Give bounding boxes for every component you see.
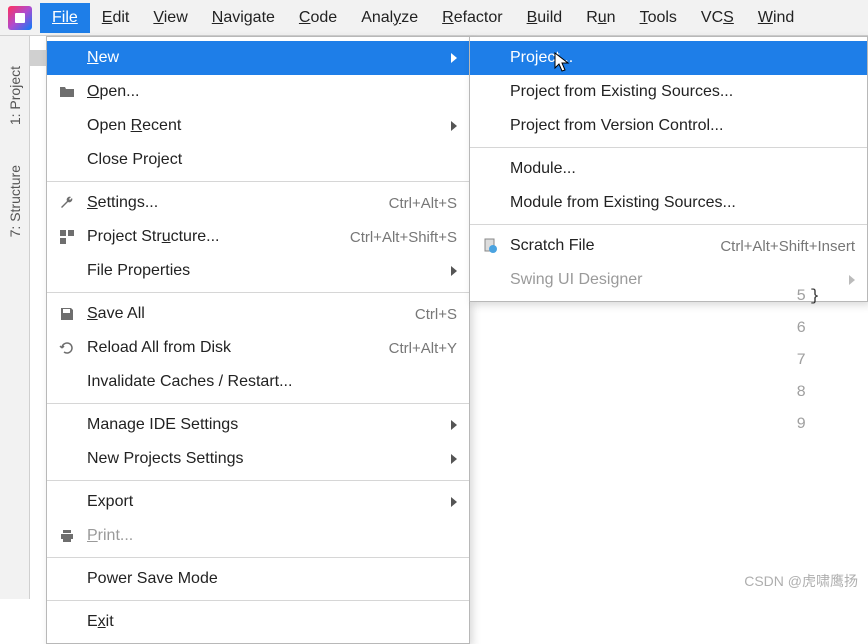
menu-separator [470,147,867,148]
menu-separator [47,292,469,293]
project-view-icon [30,50,46,66]
editor-content[interactable]: } [810,280,868,312]
scratch-file-icon [480,236,500,256]
menu-analyze[interactable]: Analyze [349,3,430,33]
line-number: 8 [766,376,806,408]
menu-item-open-recent[interactable]: Open Recent [47,109,469,143]
menu-code[interactable]: Code [287,3,349,33]
menu-item-file-properties[interactable]: File Properties [47,254,469,288]
wrench-icon [57,193,77,213]
menu-item-save-all[interactable]: Save All Ctrl+S [47,297,469,331]
tool-window-bar-left: 1: Project 7: Structure [0,36,30,599]
sidebar-tab-project[interactable]: 1: Project [5,56,25,135]
reload-icon [57,338,77,358]
menu-item-close-project[interactable]: Close Project [47,143,469,177]
submenu-item-project[interactable]: Project... [470,41,867,75]
menu-window[interactable]: Wind [746,3,806,33]
menu-build[interactable]: Build [515,3,575,33]
submenu-item-module-from-existing[interactable]: Module from Existing Sources... [470,186,867,220]
submenu-item-module[interactable]: Module... [470,152,867,186]
menu-tools[interactable]: Tools [628,3,689,33]
menu-item-print: Print... [47,519,469,553]
menu-vcs[interactable]: VCS [689,3,746,33]
menu-item-reload-from-disk[interactable]: Reload All from Disk Ctrl+Alt+Y [47,331,469,365]
menu-refactor[interactable]: Refactor [430,3,514,33]
menu-file[interactable]: File [40,3,90,33]
menu-separator [47,480,469,481]
submenu-item-project-from-vcs[interactable]: Project from Version Control... [470,109,867,143]
folder-icon [57,82,77,102]
chevron-right-icon [451,53,457,63]
chevron-right-icon [451,266,457,276]
file-menu-dropdown: New Open... Open Recent Close Project Se… [46,36,470,644]
menu-separator [47,600,469,601]
menu-separator [47,403,469,404]
line-number: 6 [766,312,806,344]
menu-item-invalidate-caches[interactable]: Invalidate Caches / Restart... [47,365,469,399]
chevron-right-icon [451,497,457,507]
submenu-item-scratch-file[interactable]: Scratch File Ctrl+Alt+Shift+Insert [470,229,867,263]
chevron-right-icon [451,121,457,131]
menu-item-manage-ide-settings[interactable]: Manage IDE Settings [47,408,469,442]
watermark: CSDN @虎啸鹰扬 [744,571,858,591]
submenu-item-swing-ui-designer: Swing UI Designer [470,263,867,297]
chevron-right-icon [451,420,457,430]
line-number: 7 [766,344,806,376]
line-number: 9 [766,408,806,440]
menu-item-export[interactable]: Export [47,485,469,519]
menu-item-new-projects-settings[interactable]: New Projects Settings [47,442,469,476]
new-submenu: Project... Project from Existing Sources… [469,36,868,302]
menu-item-power-save-mode[interactable]: Power Save Mode [47,562,469,596]
menu-run[interactable]: Run [574,3,627,33]
print-icon [57,526,77,546]
menu-view[interactable]: View [141,3,199,33]
menu-item-project-structure[interactable]: Project Structure... Ctrl+Alt+Shift+S [47,220,469,254]
menu-item-settings[interactable]: Settings... Ctrl+Alt+S [47,186,469,220]
editor-gutter: 5 6 7 8 9 [766,280,806,440]
app-icon [8,6,32,30]
sidebar-tab-structure[interactable]: 7: Structure [5,155,25,247]
submenu-item-project-from-existing[interactable]: Project from Existing Sources... [470,75,867,109]
project-structure-icon [57,227,77,247]
menu-edit[interactable]: Edit [90,3,142,33]
line-number: 5 [766,280,806,312]
menu-separator [47,181,469,182]
chevron-right-icon [451,454,457,464]
menu-navigate[interactable]: Navigate [200,3,287,33]
menu-separator [470,224,867,225]
menu-item-new[interactable]: New [47,41,469,75]
menu-item-open[interactable]: Open... [47,75,469,109]
mouse-cursor-icon [554,52,570,74]
menu-item-exit[interactable]: Exit [47,605,469,639]
menu-separator [47,557,469,558]
save-icon [57,304,77,324]
menubar: File Edit View Navigate Code Analyze Ref… [0,0,868,36]
